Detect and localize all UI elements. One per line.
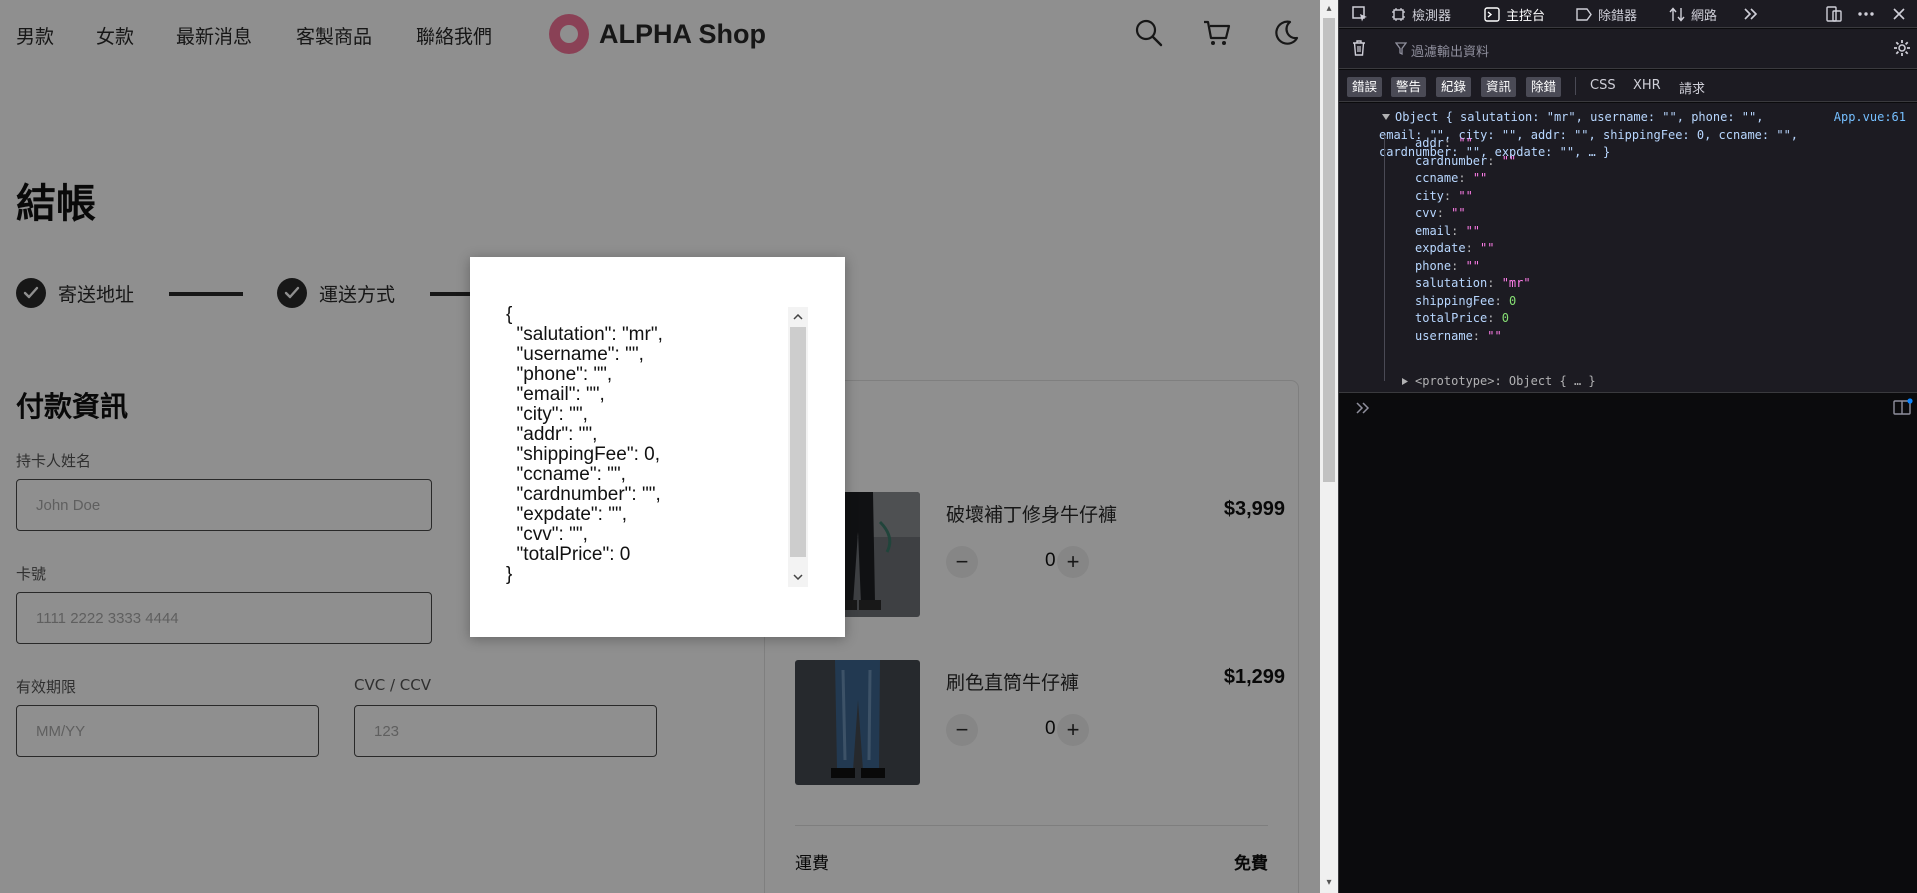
property-key: totalPrice xyxy=(1415,311,1488,325)
property-key: expdate xyxy=(1415,241,1466,255)
property-value: "" xyxy=(1472,171,1488,185)
property-key: addr xyxy=(1415,136,1444,150)
filter-info-button[interactable]: 資訊 xyxy=(1481,77,1517,97)
trash-icon[interactable] xyxy=(1351,39,1367,57)
dialog-message: { "salutation": "mr", "username": "", "p… xyxy=(506,304,663,585)
property-key: cvv xyxy=(1415,206,1437,220)
object-property-row[interactable]: cvv: "" xyxy=(1415,205,1466,223)
object-property-row[interactable]: city: "" xyxy=(1415,188,1473,206)
tab-debugger-label: 除錯器 xyxy=(1598,9,1638,24)
property-key: username xyxy=(1415,328,1473,343)
scroll-down-icon[interactable] xyxy=(788,567,808,587)
inspector-icon xyxy=(1392,8,1405,21)
tab-console-label: 主控台 xyxy=(1506,9,1546,24)
property-value: "" xyxy=(1458,136,1473,150)
property-value: "" xyxy=(1465,258,1481,273)
tab-debugger[interactable]: 除錯器 xyxy=(1576,5,1637,24)
object-property-row[interactable]: salutation: "mr" xyxy=(1415,275,1531,293)
object-property-row[interactable]: totalPrice: 0 xyxy=(1415,310,1509,328)
object-property-row[interactable]: username: "" xyxy=(1415,328,1502,346)
tab-network-label: 網路 xyxy=(1691,9,1718,24)
prototype-entry[interactable]: <prototype>: Object { … } xyxy=(1415,373,1596,391)
property-key: cardnumber xyxy=(1415,153,1488,168)
console-prompt-icon[interactable] xyxy=(1355,400,1371,419)
tab-console[interactable]: 主控台 xyxy=(1484,5,1545,24)
object-property-row[interactable]: phone: "" xyxy=(1415,258,1480,276)
close-icon[interactable] xyxy=(1891,6,1907,22)
scroll-up-icon[interactable]: ▴ xyxy=(1324,4,1334,14)
more-tabs-icon[interactable] xyxy=(1743,6,1759,22)
page-scroll-thumb[interactable] xyxy=(1323,18,1335,482)
alert-dialog: { "salutation": "mr", "username": "", "p… xyxy=(470,257,845,637)
divider xyxy=(1575,77,1576,95)
object-property-row[interactable]: expdate: "" xyxy=(1415,240,1494,258)
network-icon xyxy=(1669,7,1685,22)
page-scrollbar[interactable]: ▴ ▾ xyxy=(1320,0,1338,893)
log-source-link[interactable]: App.vue:61 xyxy=(1834,109,1906,127)
responsive-mode-icon[interactable] xyxy=(1825,5,1843,23)
tab-inspector[interactable]: 檢測器 xyxy=(1391,5,1451,24)
filter-logs-button[interactable]: 紀錄 xyxy=(1436,77,1472,97)
object-property-row[interactable]: email: "" xyxy=(1415,223,1480,241)
filter-requests-button[interactable]: 請求 xyxy=(1679,78,1705,97)
console-filter-input[interactable]: 過濾輸出資料 xyxy=(1411,41,1489,60)
filter-css-button[interactable]: CSS xyxy=(1590,78,1616,93)
property-key: email xyxy=(1415,223,1452,238)
property-key: shippingFee xyxy=(1415,293,1495,308)
tab-network[interactable]: 網路 xyxy=(1669,5,1717,24)
filter-errors-button[interactable]: 錯誤 xyxy=(1347,77,1383,97)
console-filter-bar: 過濾輸出資料 xyxy=(1339,29,1917,69)
tree-guide xyxy=(1384,135,1385,381)
property-value: "" xyxy=(1501,153,1517,168)
filter-xhr-button[interactable]: XHR xyxy=(1633,78,1661,93)
object-property-row[interactable]: shippingFee: 0 xyxy=(1415,293,1516,311)
property-value: "" xyxy=(1480,241,1495,255)
object-property-row[interactable]: ccname: "" xyxy=(1415,170,1487,188)
shop-page: 男款 女款 最新消息 客製商品 聯絡我們 ALPHA Shop 結帳 寄送地址 xyxy=(0,0,1320,893)
collapsed-triangle-icon[interactable] xyxy=(1401,377,1409,386)
property-key: phone xyxy=(1415,258,1452,273)
editor-mode-icon[interactable] xyxy=(1893,398,1913,416)
scroll-up-icon[interactable] xyxy=(788,307,808,327)
devtools-panel: 檢測器 主控台 除錯器 網路 過濾輸出資料 錯誤 警告 紀錄 資訊 除錯 CSS xyxy=(1338,0,1917,893)
console-log-entry: Object { salutation: "mr", username: "",… xyxy=(1339,103,1917,393)
more-options-icon[interactable] xyxy=(1857,6,1875,22)
object-property-row[interactable]: cardnumber: "" xyxy=(1415,153,1516,171)
property-value: "" xyxy=(1487,328,1502,343)
property-value: "mr" xyxy=(1501,276,1531,290)
property-key: city xyxy=(1415,188,1444,203)
dialog-scrollbar[interactable] xyxy=(788,307,808,587)
debugger-icon xyxy=(1576,8,1592,21)
property-key: salutation xyxy=(1415,276,1488,290)
filter-warnings-button[interactable]: 警告 xyxy=(1391,77,1427,97)
settings-gear-icon[interactable] xyxy=(1893,39,1911,57)
console-icon xyxy=(1484,7,1500,22)
tab-inspector-label: 檢測器 xyxy=(1412,9,1452,24)
devtools-toolbar: 檢測器 主控台 除錯器 網路 xyxy=(1339,0,1917,28)
property-value: "" xyxy=(1458,188,1473,203)
property-value: "" xyxy=(1451,206,1466,220)
property-value: "" xyxy=(1465,223,1481,238)
log-level-filters: 錯誤 警告 紀錄 資訊 除錯 CSS XHR 請求 xyxy=(1339,70,1917,102)
property-value: 0 xyxy=(1501,311,1509,325)
object-property-row[interactable]: addr: "" xyxy=(1415,135,1473,153)
scroll-down-icon[interactable]: ▾ xyxy=(1324,878,1334,888)
property-key: ccname xyxy=(1415,171,1459,185)
element-picker-icon[interactable] xyxy=(1351,5,1369,23)
dialog-scroll-thumb[interactable] xyxy=(790,327,806,557)
property-value: 0 xyxy=(1508,293,1517,308)
filter-debug-button[interactable]: 除錯 xyxy=(1526,77,1562,97)
filter-icon xyxy=(1395,42,1407,56)
